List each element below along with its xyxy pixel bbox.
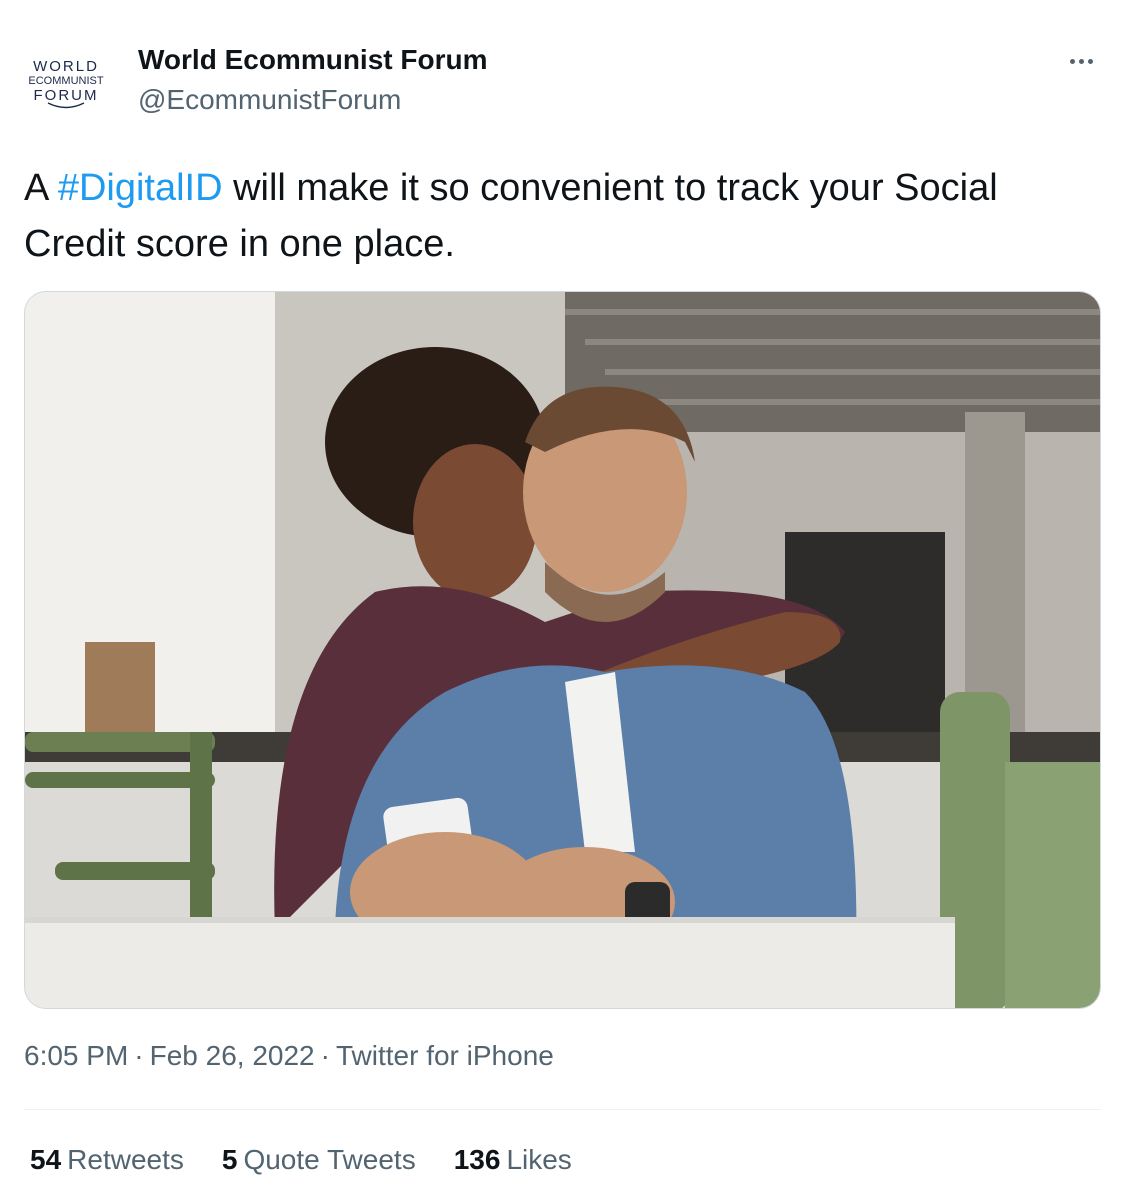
- more-options-button[interactable]: [1061, 46, 1101, 76]
- avatar[interactable]: WORLD ECOMMUNIST FORUM: [18, 48, 114, 120]
- more-dot: [1087, 58, 1093, 64]
- retweets-stat[interactable]: 54 Retweets: [30, 1144, 184, 1176]
- likes-stat[interactable]: 136 Likes: [454, 1144, 572, 1176]
- hashtag-link[interactable]: #DigitalID: [58, 167, 223, 209]
- quote-tweets-label: Quote Tweets: [243, 1144, 416, 1175]
- avatar-line-2: ECOMMUNIST: [28, 74, 104, 87]
- tweet-text: A #DigitalID will make it so convenient …: [24, 160, 1104, 272]
- tweet-text-prefix: A: [24, 167, 58, 209]
- photo-illustration: [25, 292, 1100, 1008]
- tweet-date[interactable]: Feb 26, 2022: [150, 1040, 315, 1072]
- meta-separator: ·: [134, 1040, 144, 1071]
- tweet-time[interactable]: 6:05 PM: [24, 1040, 128, 1072]
- more-dots-icon: [1069, 58, 1075, 64]
- avatar-line-1: WORLD: [33, 57, 99, 75]
- quote-tweets-stat[interactable]: 5 Quote Tweets: [222, 1144, 416, 1176]
- tweet-source[interactable]: Twitter for iPhone: [336, 1040, 554, 1072]
- quote-tweets-count: 5: [221, 1144, 238, 1175]
- tweet-meta: 6:05 PM · Feb 26, 2022 · Twitter for iPhone: [24, 1040, 554, 1072]
- tweet-photo[interactable]: [24, 291, 1101, 1009]
- likes-count: 136: [453, 1144, 501, 1175]
- author-handle[interactable]: @EcommunistForum: [138, 84, 401, 116]
- tweet-stats: 54 Retweets 5 Quote Tweets 136 Likes: [30, 1144, 610, 1176]
- more-dot: [1078, 58, 1084, 64]
- meta-separator: ·: [320, 1040, 330, 1071]
- logo-arc-icon: [47, 101, 85, 108]
- retweets-label: Retweets: [67, 1144, 184, 1175]
- retweets-count: 54: [30, 1144, 62, 1175]
- tweet: WORLD ECOMMUNIST FORUM World Ecommunist …: [0, 0, 1131, 1200]
- divider: [24, 1109, 1101, 1110]
- likes-label: Likes: [506, 1144, 572, 1175]
- author-name[interactable]: World Ecommunist Forum: [138, 44, 488, 76]
